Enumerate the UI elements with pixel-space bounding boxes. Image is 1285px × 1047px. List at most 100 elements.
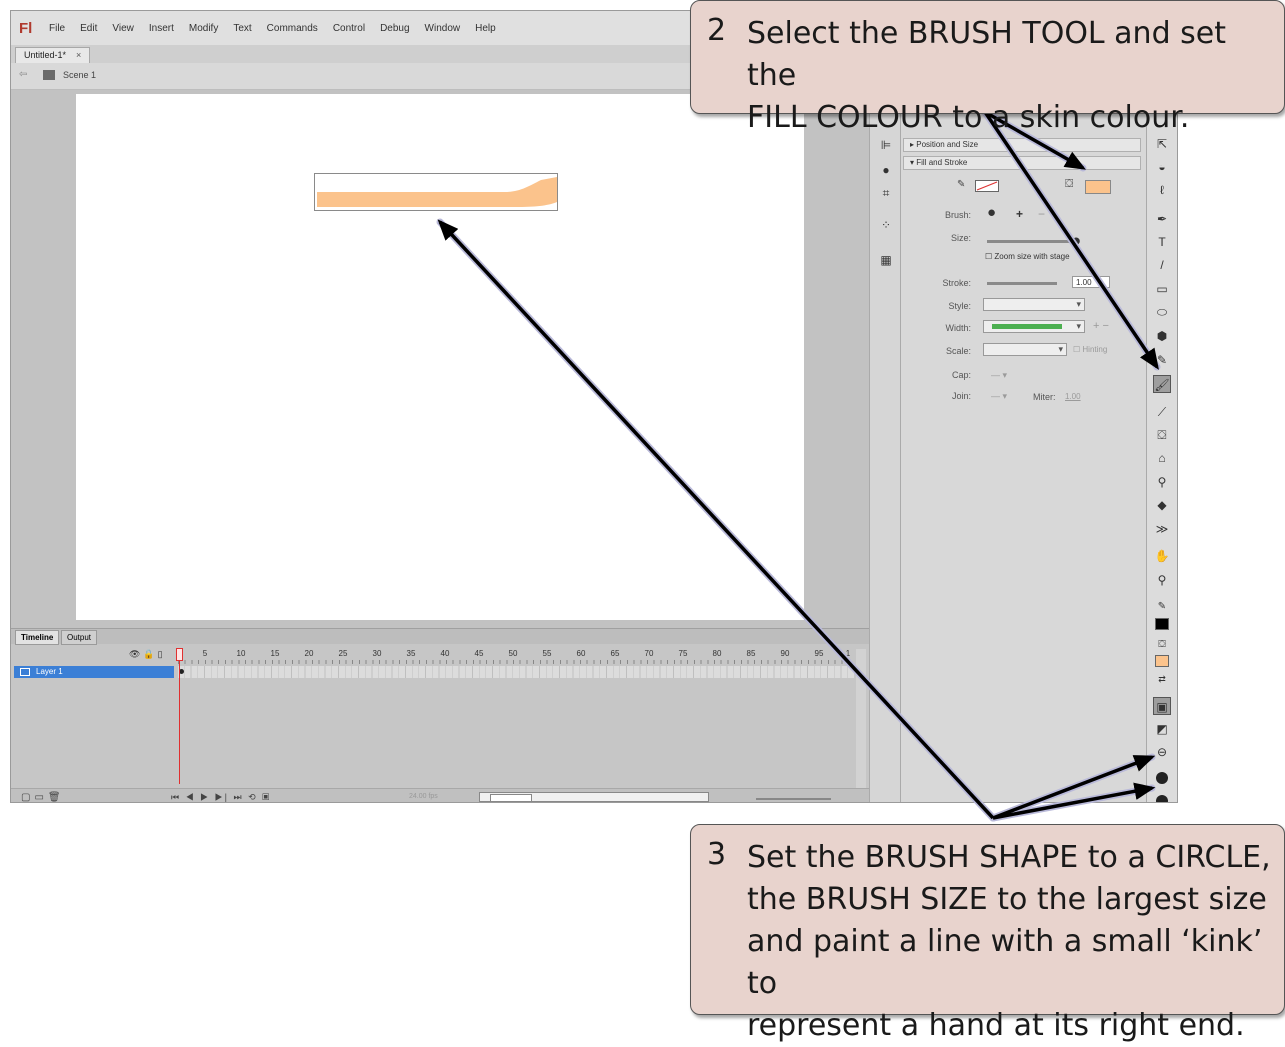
menu-modify[interactable]: Modify	[189, 23, 218, 34]
menu-edit[interactable]: Edit	[80, 23, 97, 34]
menu-control[interactable]: Control	[333, 23, 365, 34]
object-drawing-mode[interactable]: ▣	[1153, 697, 1171, 715]
width-tool[interactable]: ≫	[1153, 520, 1171, 538]
frame-number: 20	[304, 649, 314, 658]
section-position-and-size[interactable]: ▸ Position and Size	[903, 138, 1141, 152]
section-fill-and-stroke[interactable]: ▾ Fill and Stroke	[903, 156, 1141, 170]
join-dropdown[interactable]: — ▾	[991, 391, 1007, 402]
menu-text[interactable]: Text	[233, 23, 251, 34]
frame-number: 25	[338, 649, 348, 658]
hinting-checkbox[interactable]: ☐ Hinting	[1073, 345, 1107, 354]
width-profile-preview	[992, 324, 1062, 329]
close-icon[interactable]: ×	[76, 50, 81, 60]
menu-insert[interactable]: Insert	[149, 23, 174, 34]
menu-file[interactable]: File	[49, 23, 65, 34]
layer-buttons[interactable]: ▢▭🗑	[21, 792, 65, 802]
brush-size-dot[interactable]	[1156, 772, 1168, 784]
back-arrow-icon[interactable]: ⇦	[19, 69, 27, 80]
layer-row[interactable]: Layer 1	[14, 666, 174, 678]
stroke-slider[interactable]	[987, 282, 1057, 285]
paint-bucket-icon: ⛋	[1065, 178, 1074, 190]
brush-mode-icon[interactable]: ◩	[1153, 720, 1171, 738]
frame-number: 45	[474, 649, 484, 658]
hand-tool[interactable]: ✋	[1153, 547, 1171, 565]
ink-bottle-tool[interactable]: ⌂	[1153, 449, 1171, 467]
eyedropper-tool[interactable]: ⚲	[1153, 473, 1171, 491]
cap-dropdown[interactable]: — ▾	[991, 370, 1007, 381]
scroll-thumb[interactable]	[490, 794, 532, 802]
tab-timeline[interactable]: Timeline	[15, 630, 60, 645]
line-tool[interactable]: /	[1153, 256, 1171, 274]
lasso-tool[interactable]: ℓ	[1153, 181, 1171, 199]
miter-value[interactable]: 1.00	[1065, 392, 1081, 401]
info-icon[interactable]: ●	[879, 163, 893, 177]
scene-clapper-icon	[43, 70, 55, 80]
timeline-controls: ▢▭🗑 ⏮ ◀ ▶ ▶| ⏭ ⟲ ▣ 24.00 fps	[11, 788, 869, 802]
step-text: Select the BRUSH TOOL and set the FILL C…	[747, 16, 1227, 135]
swatches-icon[interactable]: ⁘	[879, 218, 893, 232]
eraser-tool[interactable]: ◆	[1153, 496, 1171, 514]
document-tab[interactable]: Untitled-1* ×	[15, 47, 91, 63]
playhead-line	[179, 649, 180, 784]
main-menu: File Edit View Insert Modify Text Comman…	[49, 23, 496, 34]
width-dropdown[interactable]	[983, 320, 1085, 333]
bone-tool[interactable]: ⟋	[1153, 403, 1171, 421]
menu-debug[interactable]: Debug	[380, 23, 409, 34]
frame-number: 55	[542, 649, 552, 658]
scale-dropdown[interactable]	[983, 343, 1067, 356]
layer-visibility-icons[interactable]: 👁🔒▯	[129, 649, 166, 660]
pencil-tool[interactable]: ✎	[1153, 351, 1171, 369]
brush-stroke-selection[interactable]	[314, 173, 558, 211]
transform-icon[interactable]: ⌗	[879, 186, 893, 200]
stroke-value-input[interactable]: 1.00	[1072, 276, 1110, 288]
frame-number: 80	[712, 649, 722, 658]
step-number: 2	[707, 13, 727, 48]
tools-panel: ⇱ ◒ ℓ ✒ T / ▭ ⬭ ⬢ ✎ 🖌 ⟋ ⛋ ⌂ ⚲ ◆ ≫ ✋ ⚲ ✎ …	[1147, 90, 1177, 802]
brush-shape-circle-icon[interactable]: ●	[987, 204, 996, 221]
zoom-tool[interactable]: ⚲	[1153, 571, 1171, 589]
lock-fill-icon[interactable]: ⊖	[1153, 743, 1171, 761]
text-tool[interactable]: T	[1153, 233, 1171, 251]
menu-help[interactable]: Help	[475, 23, 496, 34]
polystar-tool[interactable]: ⬢	[1153, 327, 1171, 345]
width-plus-minus-icons[interactable]: + −	[1093, 320, 1109, 332]
fill-color-toolbar-swatch[interactable]	[1155, 655, 1169, 667]
frame-cells[interactable]	[178, 666, 854, 678]
fill-color-swatch[interactable]	[1085, 180, 1111, 194]
plus-icon[interactable]: +	[1016, 207, 1023, 221]
tab-output[interactable]: Output	[61, 630, 98, 645]
playback-controls[interactable]: ⏮ ◀ ▶ ▶| ⏭ ⟲ ▣	[171, 792, 271, 802]
scene-panel-icon[interactable]: ▦	[879, 253, 893, 267]
zoom-size-checkbox[interactable]: ☐ Zoom size with stage	[985, 252, 1070, 261]
timeline-vertical-scrollbar[interactable]	[856, 649, 866, 789]
oval-tool[interactable]: ⬭	[1153, 303, 1171, 321]
stroke-color-swatch[interactable]	[975, 180, 999, 192]
timeline-zoom-slider[interactable]	[756, 798, 831, 800]
width-label: Width:	[945, 323, 971, 333]
timeline-horizontal-scrollbar[interactable]	[479, 792, 709, 802]
stroke-color-toolbar-swatch[interactable]	[1155, 618, 1169, 630]
style-label: Style:	[948, 301, 971, 311]
frame-number: 35	[406, 649, 416, 658]
brush-size-slider[interactable]	[987, 240, 1077, 243]
rectangle-tool[interactable]: ▭	[1153, 280, 1171, 298]
menu-window[interactable]: Window	[425, 23, 461, 34]
stroke-pencil-icon: ✎	[1157, 601, 1167, 612]
size-label: Size:	[950, 233, 971, 243]
playhead-handle[interactable]	[176, 648, 183, 661]
stage-canvas[interactable]	[76, 94, 804, 620]
scale-label: Scale:	[945, 346, 971, 356]
style-dropdown[interactable]	[983, 298, 1085, 311]
swap-colors-icon[interactable]: ⇄	[1153, 670, 1171, 688]
brush-tool[interactable]: 🖌	[1153, 375, 1171, 393]
3d-rotation-tool[interactable]: ◒	[1153, 158, 1171, 176]
brush-shape-dot[interactable]	[1156, 795, 1168, 802]
minus-icon[interactable]: −	[1038, 207, 1045, 221]
menu-commands[interactable]: Commands	[267, 23, 318, 34]
pen-tool[interactable]: ✒	[1153, 210, 1171, 228]
align-icon[interactable]: ⊫	[879, 138, 893, 152]
frame-ruler[interactable]: 1 5 10 15 20 25 30 35 40 45 50 55 60 65 …	[177, 649, 854, 664]
paint-bucket-tool[interactable]: ⛋	[1153, 426, 1171, 444]
menu-view[interactable]: View	[112, 23, 134, 34]
frame-number: 30	[372, 649, 382, 658]
